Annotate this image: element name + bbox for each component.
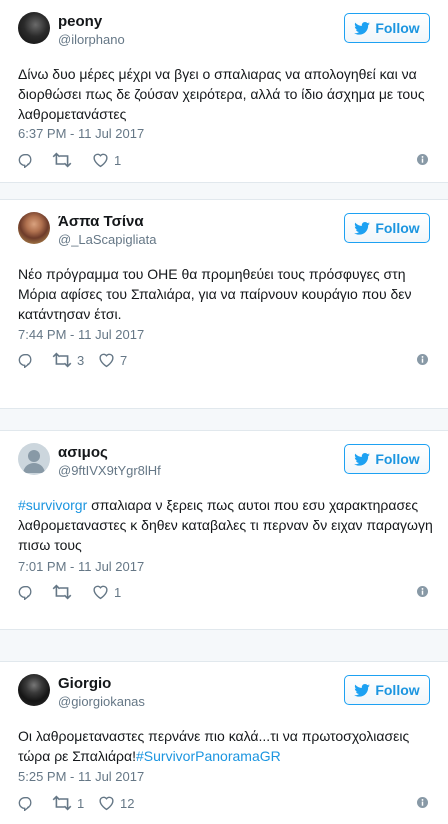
retweet-count: 3: [77, 352, 85, 368]
tweet-timestamp[interactable]: 7:44 PM - 11 Jul 2017: [18, 327, 144, 342]
follow-button[interactable]: Follow: [344, 213, 430, 243]
default-avatar-icon: [23, 450, 45, 473]
display-name[interactable]: Giorgio: [58, 675, 145, 693]
like-button[interactable]: 1: [92, 152, 121, 168]
retweet-icon: [52, 795, 72, 811]
twitter-bird-icon: [354, 452, 371, 466]
avatar[interactable]: [18, 212, 50, 244]
tweet-timestamp[interactable]: 5:25 PM - 11 Jul 2017: [18, 769, 144, 784]
tweet-text: #survivorgr σπαλιαρα ν ξερεις πως αυτοι …: [18, 497, 433, 553]
follow-label: Follow: [375, 220, 420, 236]
retweet-button[interactable]: [52, 152, 77, 168]
like-count: 12: [120, 795, 135, 811]
twitter-bird-icon: [354, 221, 371, 235]
reply-icon: [18, 797, 32, 811]
follow-label: Follow: [375, 451, 420, 467]
follow-button[interactable]: Follow: [344, 13, 430, 43]
reply-icon: [18, 586, 32, 600]
info-icon[interactable]: [417, 154, 428, 165]
reply-icon: [18, 354, 32, 368]
tweet-timestamp[interactable]: 7:01 PM - 11 Jul 2017: [18, 559, 144, 574]
info-icon[interactable]: [417, 586, 428, 597]
tweet-text: Νέο πρόγραμμα του ΟΗΕ θα προμηθεύει τους…: [18, 266, 412, 322]
heart-icon: [99, 796, 114, 811]
heart-icon: [93, 585, 108, 600]
twitter-bird-icon: [354, 683, 371, 697]
like-count: 1: [114, 152, 122, 168]
like-button[interactable]: 7: [98, 352, 127, 368]
display-name[interactable]: peony: [58, 13, 125, 31]
heart-icon: [99, 353, 114, 368]
reply-button[interactable]: [18, 795, 34, 811]
user-handle[interactable]: @giorgiokanas: [58, 693, 145, 711]
display-name[interactable]: ασιμος: [58, 444, 161, 462]
avatar[interactable]: [18, 12, 50, 44]
like-button[interactable]: 1: [92, 584, 121, 600]
user-handle[interactable]: @_LaScapigliata: [58, 231, 156, 249]
tweet-card: peony @ilorphano Follow Δίνω δυο μέρες μ…: [0, 0, 448, 183]
tweet-text: Οι λαθρομεταναστες περνάνε πιο καλά...τι…: [18, 728, 410, 764]
avatar[interactable]: [18, 674, 50, 706]
retweet-icon: [52, 584, 72, 600]
retweet-count: 1: [77, 795, 85, 811]
twitter-bird-icon: [354, 21, 371, 35]
follow-button[interactable]: Follow: [344, 444, 430, 474]
reply-button[interactable]: [18, 352, 34, 368]
tweet-text: Δίνω δυο μέρες μέχρι να βγει ο σπαλιαρας…: [18, 66, 425, 122]
reply-icon: [18, 154, 32, 168]
user-handle[interactable]: @9ftIVX9tYgr8lHf: [58, 462, 161, 480]
retweet-button[interactable]: [52, 584, 77, 600]
follow-label: Follow: [375, 682, 420, 698]
heart-icon: [93, 153, 108, 168]
info-icon[interactable]: [417, 797, 428, 808]
like-count: 7: [120, 352, 128, 368]
hashtag-link[interactable]: #survivorgr: [18, 497, 87, 513]
tweet-timestamp[interactable]: 6:37 PM - 11 Jul 2017: [18, 126, 144, 141]
hashtag-link[interactable]: #SurvivorPanoramaGR: [136, 748, 281, 764]
tweet-card: Άσπα Τσίνα @_LaScapigliata Follow Νέο πρ…: [0, 199, 448, 409]
reply-button[interactable]: [18, 584, 34, 600]
display-name[interactable]: Άσπα Τσίνα: [58, 213, 156, 231]
avatar[interactable]: [18, 443, 50, 475]
tweet-card: Giorgio @giorgiokanas Follow Οι λαθρομετ…: [0, 661, 448, 824]
user-handle[interactable]: @ilorphano: [58, 31, 125, 49]
retweet-icon: [52, 152, 72, 168]
info-icon[interactable]: [417, 354, 428, 365]
follow-label: Follow: [375, 20, 420, 36]
reply-button[interactable]: [18, 152, 34, 168]
retweet-button[interactable]: 3: [52, 352, 84, 368]
follow-button[interactable]: Follow: [344, 675, 430, 705]
tweet-card: ασιμος @9ftIVX9tYgr8lHf Follow #survivor…: [0, 430, 448, 630]
retweet-button[interactable]: 1: [52, 795, 84, 811]
like-button[interactable]: 12: [98, 795, 134, 811]
like-count: 1: [114, 584, 122, 600]
retweet-icon: [52, 352, 72, 368]
